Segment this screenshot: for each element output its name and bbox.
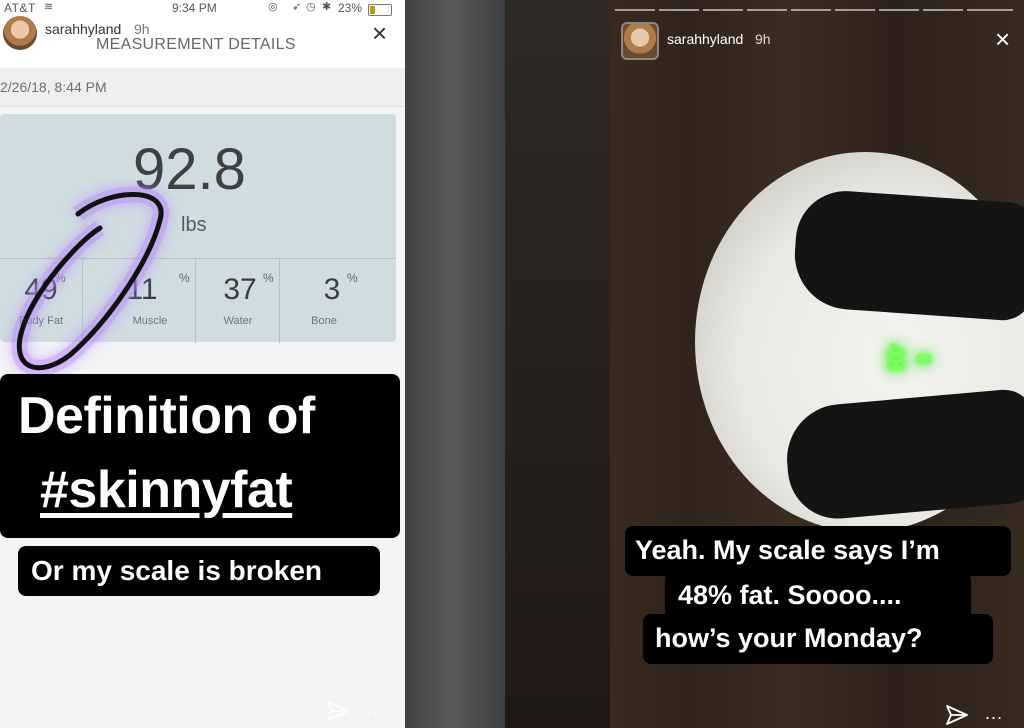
stat-unit: %: [347, 271, 358, 285]
more-icon[interactable]: ...: [985, 703, 1003, 724]
caption-hashtag[interactable]: #skinnyfat: [40, 460, 293, 520]
location-icon: ➶: [292, 1, 302, 13]
stat-bone: 3 % Bone: [281, 259, 363, 343]
story-progress-bar: [615, 9, 1015, 11]
send-icon[interactable]: [945, 704, 969, 726]
battery-percent: 23%: [338, 1, 363, 15]
carrier-label: AT&T: [4, 1, 36, 15]
bluetooth-icon: ✱: [322, 1, 332, 13]
purple-scribble-drawing: [11, 186, 170, 376]
wifi-icon: ≋: [44, 1, 54, 13]
caption-line-2: 48% fat. Soooo....: [678, 580, 902, 610]
username[interactable]: sarahhyland: [667, 31, 743, 47]
wall-shadow: [505, 0, 610, 728]
close-icon[interactable]: ×: [372, 20, 387, 46]
caption-definition: Definition of #skinnyfat: [0, 374, 400, 538]
right-story[interactable]: 48 8 Yeah. My scale says I’m 48% fat. So…: [505, 0, 1024, 728]
page-title: MEASUREMENT DETAILS: [96, 36, 296, 53]
username[interactable]: sarahhyland: [45, 21, 121, 37]
close-icon[interactable]: ×: [995, 26, 1010, 52]
clock-icon: ◷: [306, 1, 316, 13]
caption-box-1: Yeah. My scale says I’m: [625, 526, 1011, 576]
left-story[interactable]: AT&T ≋ 9:34 PM ◎ ➶ ◷ ✱ 23% MEASUREMENT D…: [0, 0, 405, 728]
stat-water: 37 % Water: [197, 259, 280, 343]
scale-digits-secondary: 8: [911, 352, 937, 366]
stat-label: Bone: [311, 315, 337, 327]
stat-unit: %: [263, 271, 274, 285]
avatar[interactable]: [2, 15, 38, 51]
caption-line-1: Yeah. My scale says I’m: [635, 535, 940, 565]
status-bar: AT&T ≋ 9:34 PM ◎ ➶ ◷ ✱ 23%: [0, 0, 405, 18]
caption-line-3: how’s your Monday?: [655, 623, 923, 653]
send-icon[interactable]: [326, 700, 350, 722]
measurement-date-row: 2/26/18, 8:44 PM: [0, 68, 405, 107]
scale-digits: 48: [880, 343, 911, 372]
time-ago: 9h: [134, 21, 150, 37]
stat-label: Water: [223, 315, 253, 327]
status-time: 9:34 PM: [172, 1, 217, 15]
caption-line-1: Definition of: [18, 387, 315, 445]
more-icon[interactable]: ...: [366, 698, 384, 719]
battery-icon: [368, 4, 392, 16]
background-gap: [405, 0, 505, 728]
caption-line-3: Or my scale is broken: [31, 555, 323, 586]
stat-value: 3: [323, 273, 341, 306]
alarm-icon: ◎: [268, 1, 278, 13]
foot-upper: [791, 187, 1024, 323]
caption-scale-broken: Or my scale is broken: [18, 546, 380, 596]
caption-box-3: how’s your Monday?: [643, 614, 993, 664]
scale-led-display: 48 8: [877, 332, 943, 394]
measurement-date: 2/26/18, 8:44 PM: [0, 79, 107, 95]
time-ago: 9h: [755, 31, 771, 47]
avatar[interactable]: [621, 22, 659, 60]
